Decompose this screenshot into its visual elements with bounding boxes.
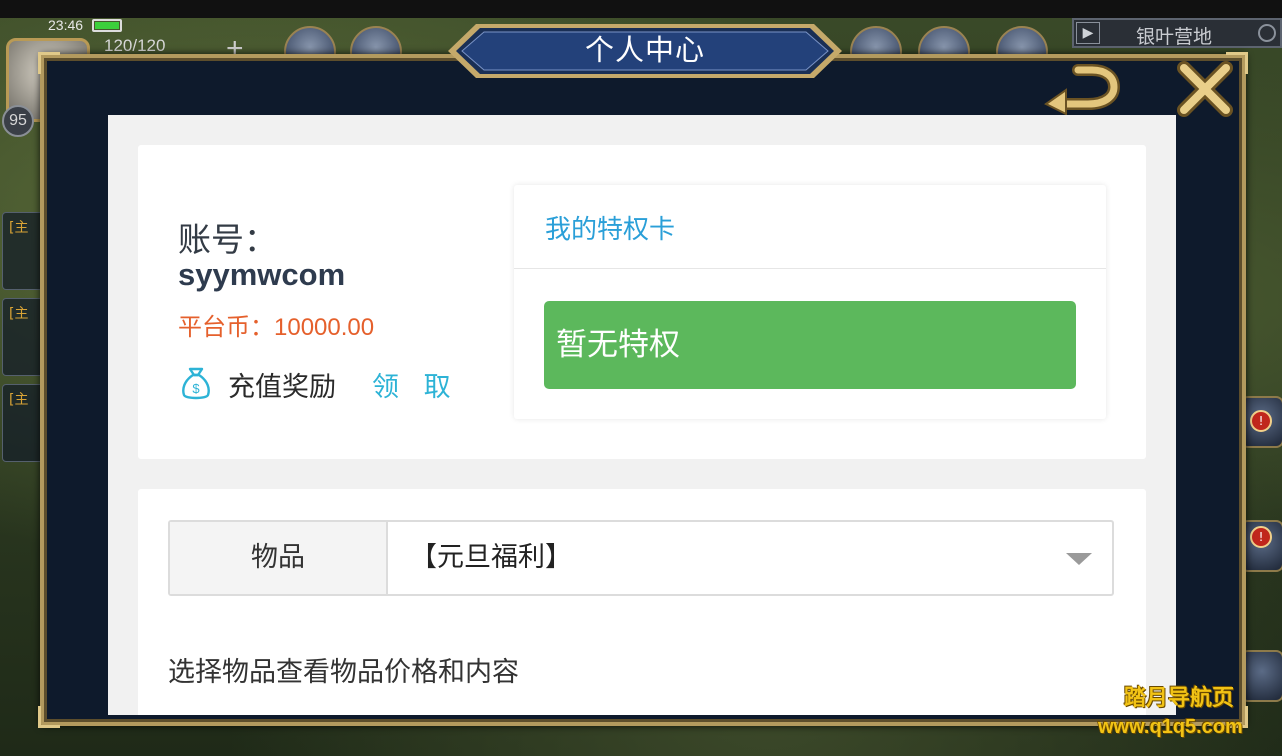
- privilege-card-panel: 我的特权卡 暂无特权: [514, 185, 1106, 419]
- close-x-icon: [1177, 61, 1233, 117]
- expand-arrow-icon[interactable]: ▶: [1076, 22, 1100, 44]
- location-name: 银叶营地: [1136, 27, 1213, 48]
- coin-value: 10000.00: [274, 314, 375, 341]
- quest-label: [主: [9, 392, 29, 408]
- account-label: 账号：: [178, 220, 277, 259]
- stamina-counter: 120/120: [104, 36, 166, 55]
- account-name: syymwcom: [178, 257, 346, 292]
- privilege-panel-header: 我的特权卡: [514, 185, 1106, 269]
- personal-center-webview: 账号： syymwcom 平台币：10000.00 $ 充值奖励 领 取 我的特…: [108, 115, 1176, 715]
- recharge-reward-label: 充值奖励: [228, 372, 336, 403]
- search-icon[interactable]: [1258, 24, 1276, 42]
- back-arrow-icon: [1044, 64, 1121, 116]
- level-badge: 95: [2, 105, 34, 137]
- frame-corner: [38, 706, 60, 728]
- dialog-title-banner: 个人中心: [446, 22, 844, 80]
- items-hint-text: 选择物品查看物品价格和内容: [168, 657, 519, 688]
- watermark-title: 踏月导航页: [1124, 686, 1235, 711]
- status-strip: [0, 0, 1282, 18]
- item-dropdown[interactable]: 【元旦福利】: [390, 522, 1112, 594]
- location-bar[interactable]: ▶ 银叶营地: [1072, 18, 1282, 48]
- dialog-title: 个人中心: [584, 33, 705, 67]
- frame-corner: [38, 52, 60, 74]
- account-card: 账号： syymwcom 平台币：10000.00 $ 充值奖励 领 取 我的特…: [138, 145, 1146, 459]
- platform-coin-balance: 平台币：10000.00: [178, 307, 374, 342]
- close-button[interactable]: [1176, 60, 1234, 118]
- privilege-title[interactable]: 我的特权卡: [545, 209, 675, 246]
- privilege-status-button[interactable]: 暂无特权: [544, 301, 1076, 389]
- watermark-url: www.q1q5.com: [1098, 716, 1243, 738]
- notification-badge: !: [1250, 410, 1272, 432]
- item-select-label: 物品: [170, 522, 388, 594]
- claim-reward-link[interactable]: 领 取: [372, 365, 459, 404]
- battery-icon: [92, 19, 122, 32]
- item-dropdown-value: 【元旦福利】: [410, 542, 572, 573]
- back-button[interactable]: [1044, 64, 1121, 116]
- coin-label: 平台币：: [178, 313, 274, 341]
- items-card: 物品 【元旦福利】 选择物品查看物品价格和内容: [138, 489, 1146, 715]
- quest-label: [主: [9, 306, 29, 322]
- side-feature-icon[interactable]: [1240, 650, 1282, 702]
- chevron-down-icon: [1066, 553, 1092, 565]
- svg-text:$: $: [192, 381, 200, 396]
- money-bag-icon: $: [182, 367, 210, 400]
- item-select-group: 物品 【元旦福利】: [168, 520, 1114, 596]
- notification-badge: !: [1250, 526, 1272, 548]
- quest-label: [主: [9, 220, 29, 236]
- clock-text: 23:46: [48, 17, 84, 33]
